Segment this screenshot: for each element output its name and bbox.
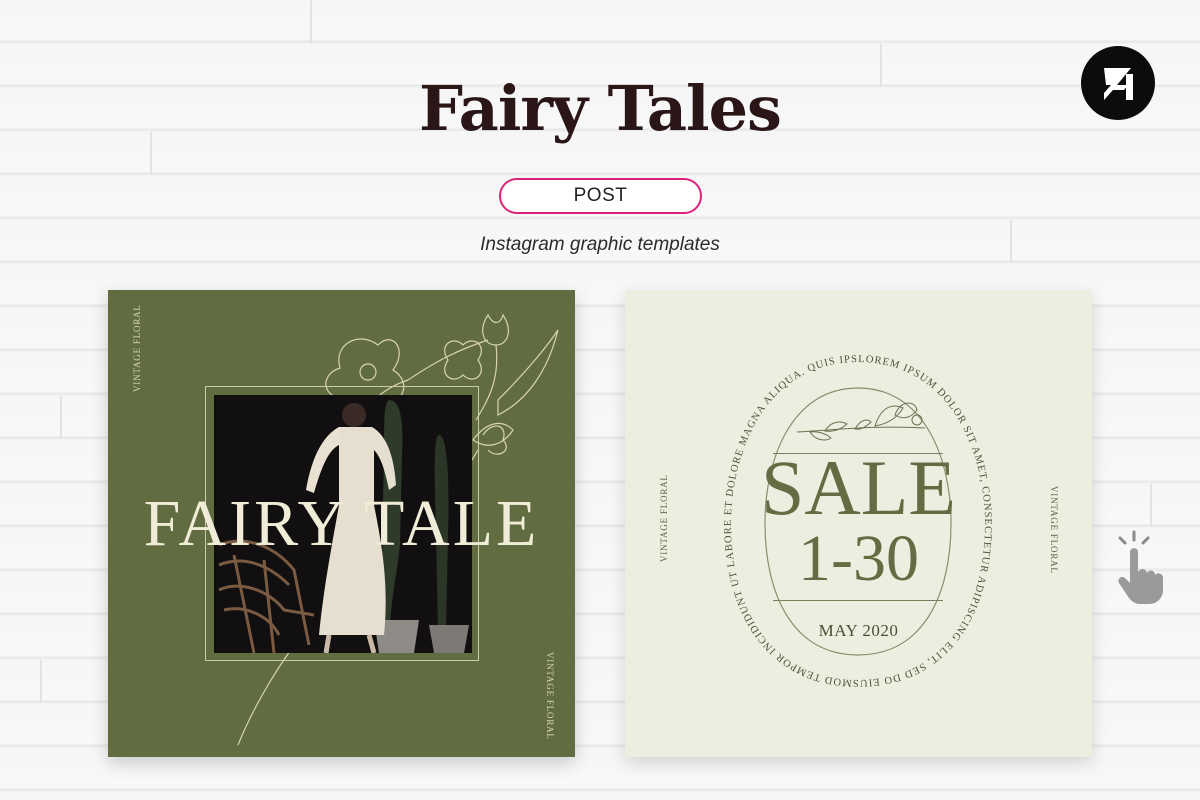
brand-logo-icon[interactable] xyxy=(1081,46,1155,120)
sale-dates: 1-30 xyxy=(798,522,919,595)
hand-pointer-icon xyxy=(1112,528,1168,608)
vertical-label-right: VINTAGE FLORAL xyxy=(1049,486,1059,574)
sale-month: MAY 2020 xyxy=(818,621,899,640)
vertical-label-bottom: VINTAGE FLORAL xyxy=(545,652,555,740)
divider-bottom xyxy=(773,600,943,601)
post-badge[interactable]: POST xyxy=(499,178,702,214)
vertical-label-left: VINTAGE FLORAL xyxy=(659,474,669,562)
page-title: Fairy Tales xyxy=(419,72,782,145)
vertical-label-top: VINTAGE FLORAL xyxy=(132,304,142,392)
post-card-sale[interactable]: LOREM IPSUM DOLOR SIT AMET, CONSECTETUR … xyxy=(625,290,1092,757)
sale-title: SALE xyxy=(761,444,956,531)
card-headline: FAIRY TALE xyxy=(143,487,540,560)
page-subtitle: Instagram graphic templates xyxy=(480,234,720,255)
post-card-fairy-tale[interactable]: FAIRY TALE VINTAGE FLORAL VINTAGE FLORAL xyxy=(108,290,575,757)
